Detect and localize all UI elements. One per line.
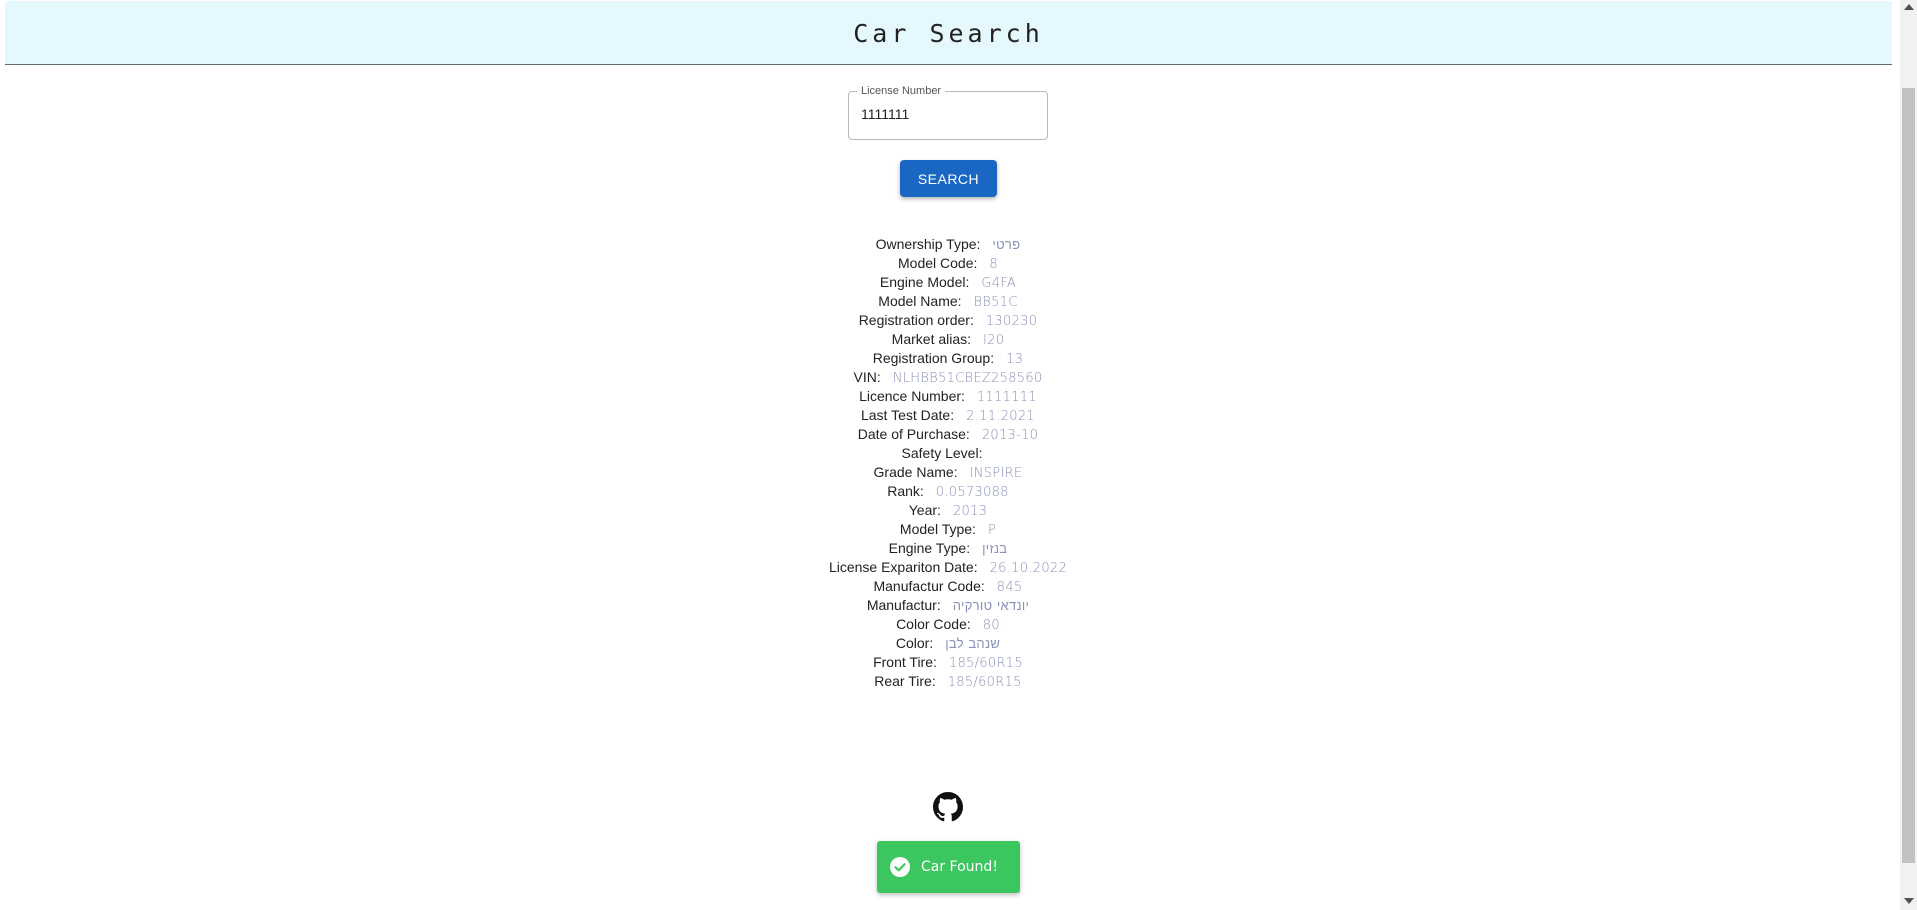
detail-value: 80	[982, 618, 1000, 633]
detail-label: Last Test Date:	[860, 407, 955, 423]
detail-value: 185/60R15	[948, 656, 1023, 671]
detail-row: Rear Tire: 185/60R15	[0, 672, 1896, 691]
github-icon	[933, 792, 963, 822]
license-number-field[interactable]: License Number	[848, 84, 1048, 140]
detail-label: Date of Purchase:	[857, 426, 970, 442]
github-link[interactable]	[933, 792, 963, 822]
detail-value: 185/60R15	[947, 675, 1022, 690]
detail-value: 13	[1006, 352, 1024, 367]
detail-label: Engine Type:	[888, 540, 971, 556]
detail-value: בנזין	[982, 542, 1008, 557]
detail-row: Last Test Date: 2.11.2021	[0, 406, 1896, 425]
detail-value: 2.11.2021	[966, 409, 1035, 424]
car-details-list: Ownership Type: פרטי Model Code: 8 Engine Mo…	[0, 235, 1896, 691]
check-circle-icon	[890, 857, 910, 877]
detail-label: Manufactur:	[866, 597, 941, 613]
detail-label: Market alias:	[891, 331, 972, 347]
detail-row: Market alias: I20	[0, 330, 1896, 349]
scroll-down-icon[interactable]	[1904, 898, 1914, 904]
detail-value: G4FA	[981, 276, 1017, 291]
detail-row: Registration order: 130230	[0, 311, 1896, 330]
page-title: Car Search	[853, 19, 1044, 48]
license-number-input[interactable]	[861, 106, 1031, 122]
detail-row: Manufactur: יונדאי טורקיה	[0, 596, 1896, 615]
detail-label: Year:	[908, 502, 941, 518]
detail-row: Color: שנהב לבן	[0, 634, 1896, 653]
detail-row: License Expariton Date: 26.10.2022	[0, 558, 1896, 577]
license-number-label: License Number	[857, 84, 946, 98]
detail-label: Model Type:	[899, 521, 976, 537]
detail-row: Grade Name: INSPIRE	[0, 463, 1896, 482]
app-header: Car Search	[5, 1, 1892, 65]
detail-value: 2013-10	[981, 428, 1039, 443]
detail-row: Ownership Type: פרטי	[0, 235, 1896, 254]
detail-label: Safety Level:	[901, 445, 983, 461]
detail-value: 8	[989, 257, 998, 272]
detail-value: 2013	[952, 504, 988, 519]
detail-row: Model Name: BB51C	[0, 292, 1896, 311]
detail-value: P	[987, 523, 997, 538]
vertical-scrollbar[interactable]	[1900, 0, 1917, 910]
detail-row: Manufactur Code: 845	[0, 577, 1896, 596]
detail-value: 130230	[985, 314, 1038, 329]
detail-row: Model Code: 8	[0, 254, 1896, 273]
detail-value: BB51C	[973, 295, 1018, 310]
detail-value: NLHBB51CBEZ258560	[892, 371, 1043, 386]
detail-row: Color Code: 80	[0, 615, 1896, 634]
detail-label: Rear Tire:	[874, 673, 936, 689]
detail-row: Engine Type: בנזין	[0, 539, 1896, 558]
success-toast[interactable]: Car Found!	[877, 841, 1020, 893]
detail-value: 1111111	[976, 390, 1037, 405]
detail-value: 0.0573088	[935, 485, 1009, 500]
detail-row: VIN: NLHBB51CBEZ258560	[0, 368, 1896, 387]
detail-row: Front Tire: 185/60R15	[0, 653, 1896, 672]
detail-label: VIN:	[853, 369, 881, 385]
detail-value: 26.10.2022	[989, 561, 1068, 576]
detail-row: Safety Level:	[0, 444, 1896, 463]
detail-row: Year: 2013	[0, 501, 1896, 520]
detail-label: Model Code:	[898, 255, 978, 271]
detail-label: Engine Model:	[879, 274, 970, 290]
detail-row: Model Type: P	[0, 520, 1896, 539]
search-button[interactable]: Search	[900, 160, 997, 197]
scrollbar-thumb[interactable]	[1902, 88, 1915, 863]
detail-label: Model Name:	[878, 293, 962, 309]
detail-label: Front Tire:	[873, 654, 937, 670]
detail-value: פרטי	[992, 238, 1021, 253]
detail-value: I20	[983, 333, 1005, 348]
detail-value: שנהב לבן	[945, 637, 1001, 652]
detail-label: Manufactur Code:	[873, 578, 985, 594]
detail-label: Ownership Type:	[875, 236, 981, 252]
detail-label: Registration order:	[858, 312, 974, 328]
detail-value: INSPIRE	[969, 466, 1023, 481]
detail-row: Licence Number: 1111111	[0, 387, 1896, 406]
page: Car Search License Number Search Ownersh…	[0, 0, 1900, 910]
detail-label: Registration Group:	[872, 350, 995, 366]
toast-message: Car Found!	[921, 859, 998, 875]
scroll-up-icon[interactable]	[1904, 4, 1914, 10]
detail-label: Grade Name:	[873, 464, 958, 480]
detail-row: Rank: 0.0573088	[0, 482, 1896, 501]
detail-value: 845	[996, 580, 1023, 595]
detail-row: Registration Group: 13	[0, 349, 1896, 368]
detail-label: Rank:	[887, 483, 924, 499]
detail-row: Engine Model: G4FA	[0, 273, 1896, 292]
detail-label: Licence Number:	[859, 388, 965, 404]
detail-label: License Expariton Date:	[828, 559, 978, 575]
detail-label: Color:	[895, 635, 934, 651]
detail-value: יונדאי טורקיה	[952, 599, 1030, 614]
detail-row: Date of Purchase: 2013-10	[0, 425, 1896, 444]
detail-label: Color Code:	[896, 616, 971, 632]
